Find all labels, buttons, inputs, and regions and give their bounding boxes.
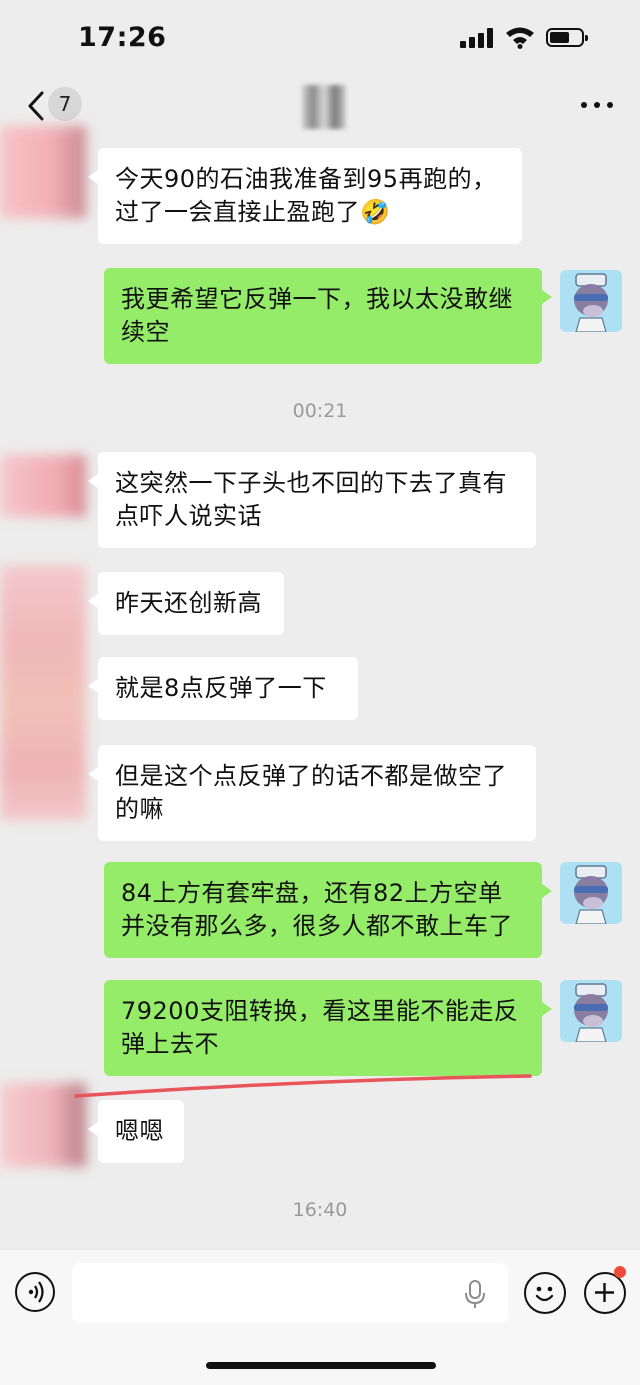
received-message[interactable]: 但是这个点反弹了的话不都是做空了的嘛 <box>88 745 536 841</box>
voice-icon <box>28 1281 44 1303</box>
home-indicator[interactable] <box>206 1362 436 1369</box>
chat-header: 7 半仙 <box>0 78 640 134</box>
wifi-icon <box>506 27 534 49</box>
battery-icon <box>546 28 588 47</box>
cellular-signal-icon <box>460 28 494 48</box>
notification-dot <box>614 1266 626 1278</box>
ape-avatar-icon <box>560 862 622 924</box>
emoji-button[interactable] <box>524 1272 566 1314</box>
message-input-bar <box>0 1250 640 1385</box>
received-message[interactable]: 这突然一下子头也不回的下去了真有点吓人说实话 <box>88 452 536 548</box>
ape-avatar-icon <box>560 270 622 332</box>
ape-avatar-icon <box>560 980 622 1042</box>
own-avatar[interactable] <box>560 270 622 332</box>
plus-icon <box>595 1283 614 1302</box>
microphone-icon[interactable] <box>463 1279 487 1309</box>
sent-message[interactable]: 84上方有套牢盘，还有82上方空单并没有那么多，很多人都不敢上车了 <box>104 862 552 958</box>
contact-avatar[interactable] <box>0 126 86 218</box>
more-options-icon[interactable] <box>581 98 615 112</box>
timestamp: 00:21 <box>292 400 348 422</box>
received-message[interactable]: 今天90的石油我准备到95再跑的，过了一会直接止盈跑了🤣 <box>88 148 522 244</box>
received-message[interactable]: 就是8点反弹了一下 <box>88 657 358 720</box>
voice-input-button[interactable] <box>15 1272 55 1312</box>
status-time: 17:26 <box>78 22 167 53</box>
timestamp: 16:40 <box>292 1199 348 1221</box>
more-actions-button[interactable] <box>584 1272 626 1314</box>
message-input[interactable] <box>72 1263 508 1323</box>
contact-avatar[interactable] <box>0 455 86 517</box>
annotation-underline <box>74 1074 532 1098</box>
own-avatar[interactable] <box>560 980 622 1042</box>
contact-avatar[interactable] <box>0 565 86 820</box>
received-message[interactable]: 昨天还创新高 <box>88 572 284 635</box>
chat-title: 半仙 <box>0 86 640 121</box>
smiley-icon <box>535 1286 554 1302</box>
received-message[interactable]: 嗯嗯 <box>88 1100 184 1163</box>
sent-message[interactable]: 79200支阻转换，看这里能不能走反弹上去不 <box>104 980 552 1076</box>
own-avatar[interactable] <box>560 862 622 924</box>
sent-message[interactable]: 我更希望它反弹一下，我以太没敢继续空 <box>104 268 552 364</box>
status-bar: 17:26 <box>0 0 640 78</box>
